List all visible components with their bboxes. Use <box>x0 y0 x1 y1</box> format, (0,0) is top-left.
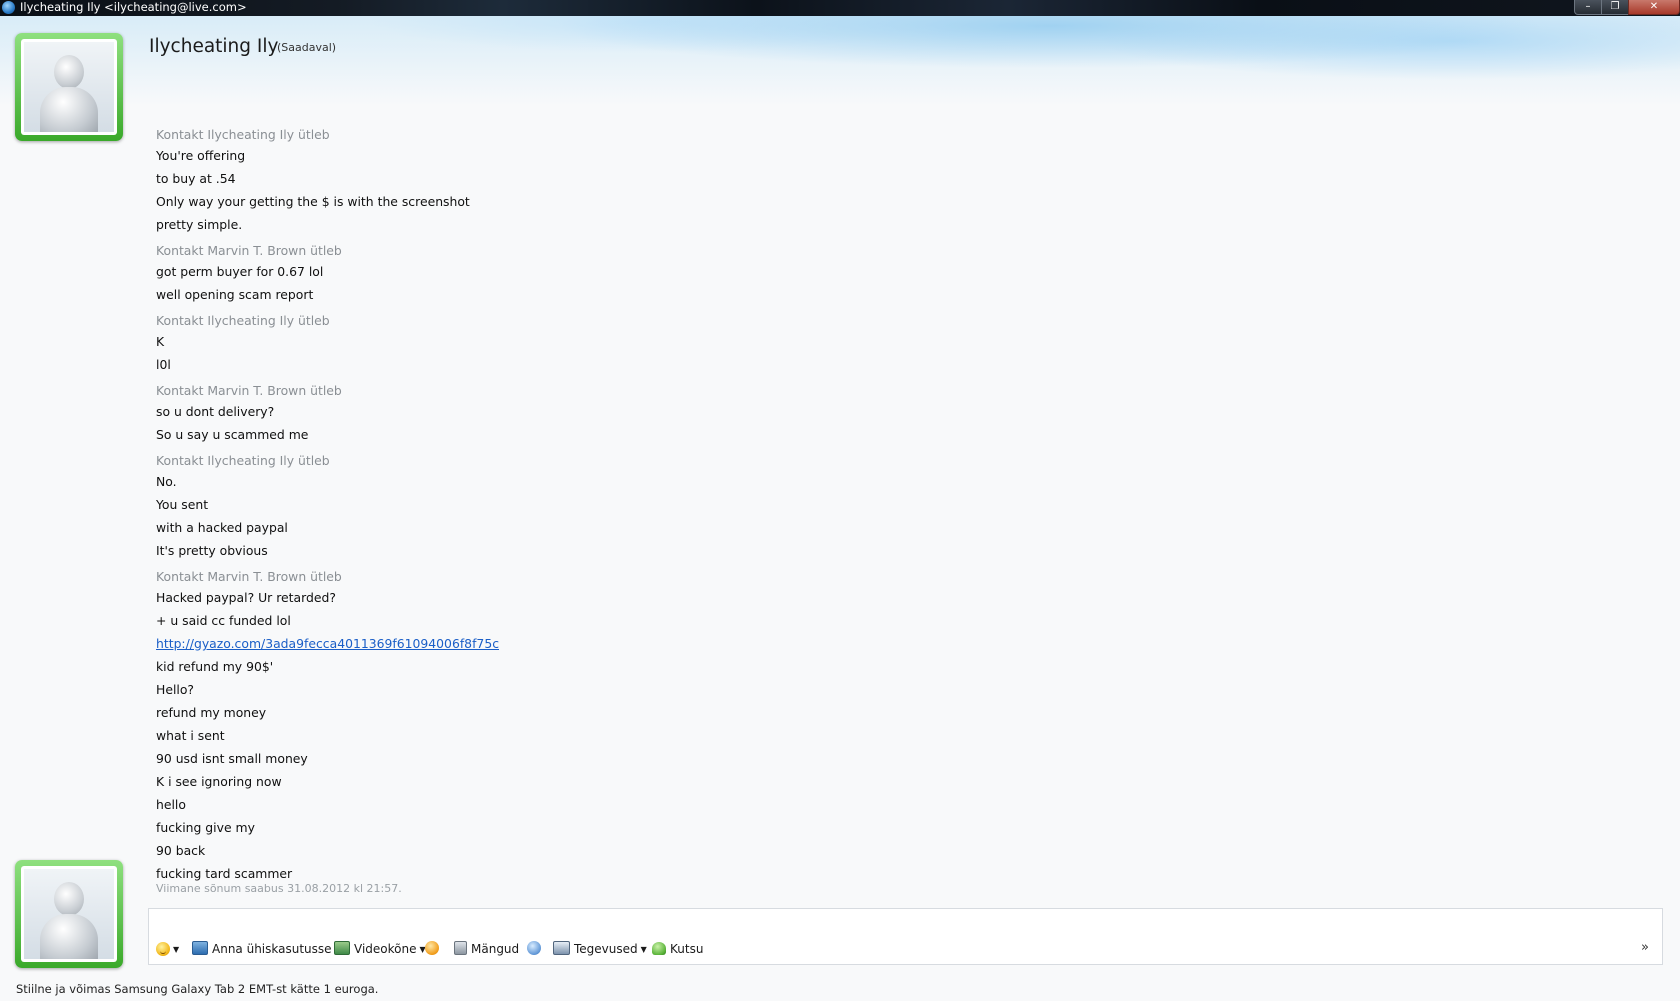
sender-line: Kontakt Marvin T. Brown ütleb <box>156 383 342 398</box>
conversation-toolbar: ▼ Anna ühiskasutusse▼ Videokõne▼ Mängud … <box>156 940 1656 958</box>
message-text: pretty simple. <box>156 217 243 232</box>
smiley-icon <box>156 942 170 956</box>
sender-line: Kontakt Marvin T. Brown ütleb <box>156 243 342 258</box>
message-link: http://gyazo.com/3ada9fecca4011369f61094… <box>156 632 1156 655</box>
message-text: + u said cc funded lol <box>156 613 291 628</box>
default-user-icon <box>24 869 114 959</box>
message-text: to buy at .54 <box>156 171 236 186</box>
minimize-button[interactable]: – <box>1574 0 1602 15</box>
message-group: Kontakt Marvin T. Brown ütleb Hacked payp… <box>156 568 1156 885</box>
message-text: l0l <box>156 357 171 372</box>
invite-button[interactable]: Kutsu <box>652 940 703 958</box>
contact-name: Ilycheating Ily <box>149 36 279 57</box>
wink-icon <box>425 941 439 955</box>
message-text: You sent <box>156 497 209 512</box>
activities-icon <box>553 941 570 955</box>
last-message-timestamp: Viimane sõnum saabus 31.08.2012 kl 21:57… <box>156 882 402 895</box>
nudge-button[interactable] <box>527 940 545 958</box>
wink-button[interactable] <box>425 940 443 958</box>
conversation-header <box>0 16 1680 106</box>
message-text: It's pretty obvious <box>156 543 268 558</box>
emoticon-button[interactable]: ▼ <box>156 940 179 958</box>
contact-avatar[interactable] <box>15 33 123 141</box>
message-text: what i sent <box>156 728 225 743</box>
gyazo-link[interactable]: http://gyazo.com/3ada9fecca4011369f61094… <box>156 636 499 651</box>
message-text: refund my money <box>156 705 267 720</box>
message-text: K <box>156 334 165 349</box>
nudge-icon <box>527 941 541 955</box>
message-text: Only way your getting the $ is with the … <box>156 194 470 209</box>
message-text: fucking give my <box>156 820 255 835</box>
message-group: Kontakt Ilycheating Ily ütleb No. You sent… <box>156 452 1156 562</box>
my-avatar[interactable] <box>15 860 123 968</box>
message-text: 90 usd isnt small money <box>156 751 308 766</box>
message-text: So u say u scammed me <box>156 427 309 442</box>
message-text: Hello? <box>156 682 194 697</box>
message-text: so u dont delivery? <box>156 404 275 419</box>
conversation-history: Kontakt Ilycheating Ily ütleb You're offe… <box>156 126 1156 885</box>
window-titlebar[interactable]: Ilycheating Ily <ilycheating@live.com> –… <box>0 0 1680 16</box>
invite-contact-icon <box>652 942 666 955</box>
sender-line: Kontakt Marvin T. Brown ütleb <box>156 569 342 584</box>
close-button[interactable]: ✕ <box>1628 0 1680 15</box>
message-text: with a hacked paypal <box>156 520 288 535</box>
message-group: Kontakt Ilycheating Ily ütleb You're offe… <box>156 126 1156 236</box>
message-group: Kontakt Ilycheating Ily ütleb Kl0l <box>156 312 1156 376</box>
message-text: You're offering <box>156 148 246 163</box>
message-text: hello <box>156 797 186 812</box>
sender-line: Kontakt Ilycheating Ily ütleb <box>156 453 330 468</box>
message-text: kid refund my 90$' <box>156 659 274 674</box>
message-text: No. <box>156 474 177 489</box>
message-text: Hacked paypal? Ur retarded? <box>156 590 336 605</box>
contact-status: (Saadaval) <box>277 41 337 54</box>
toolbar-more-button[interactable]: » <box>1641 940 1649 955</box>
games-button[interactable]: Mängud <box>454 940 519 958</box>
video-camera-icon <box>334 941 350 955</box>
video-call-button[interactable]: Videokõne ▼ <box>334 940 426 958</box>
picture-icon <box>192 941 208 955</box>
share-button[interactable]: Anna ühiskasutusse▼ <box>192 940 341 958</box>
activities-button[interactable]: Tegevused ▼ <box>553 940 647 958</box>
message-text: K i see ignoring now <box>156 774 282 789</box>
sender-line: Kontakt Ilycheating Ily ütleb <box>156 313 330 328</box>
window-title: Ilycheating Ily <ilycheating@live.com> <box>20 0 247 14</box>
message-group: Kontakt Marvin T. Brown ütleb got perm bu… <box>156 242 1156 306</box>
sender-line: Kontakt Ilycheating Ily ütleb <box>156 127 330 142</box>
maximize-button[interactable]: ❐ <box>1601 0 1629 15</box>
message-group: Kontakt Marvin T. Brown ütleb so u dont d… <box>156 382 1156 446</box>
games-icon <box>454 941 467 955</box>
message-text: well opening scam report <box>156 287 314 302</box>
message-text: 90 back <box>156 843 206 858</box>
default-user-icon <box>24 42 114 132</box>
message-text: got perm buyer for 0.67 lol <box>156 264 324 279</box>
advertisement-text[interactable]: Stiilne ja võimas Samsung Galaxy Tab 2 E… <box>16 982 378 996</box>
messenger-logo-icon <box>2 1 15 14</box>
